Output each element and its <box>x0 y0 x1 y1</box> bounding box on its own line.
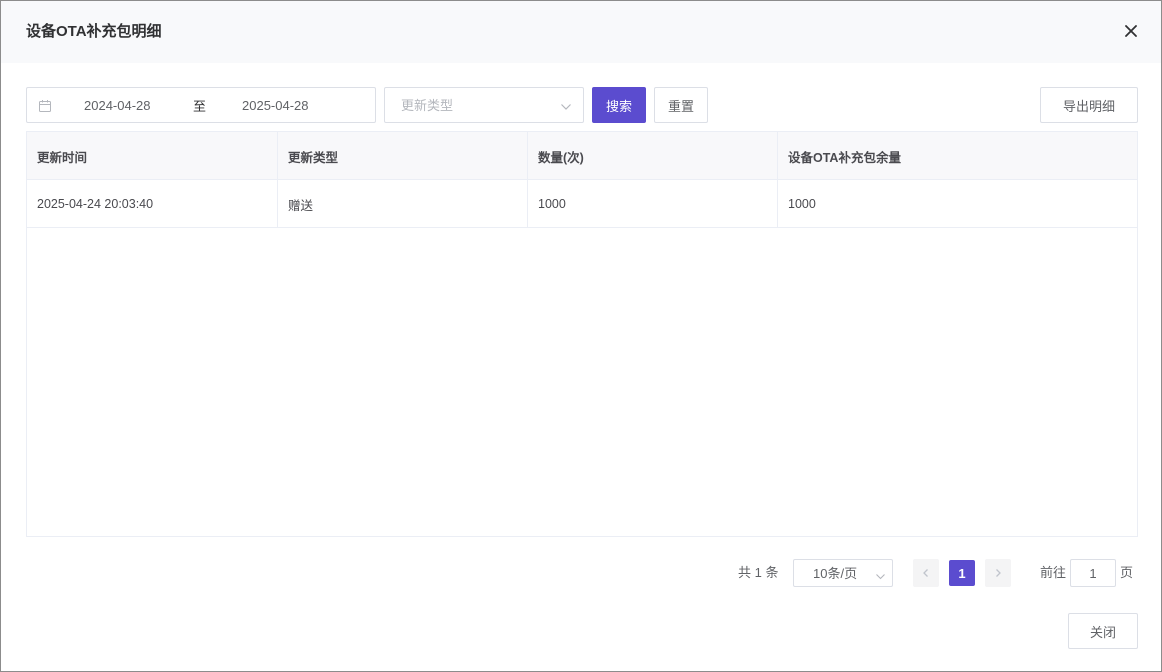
goto-label: 前往 <box>1040 565 1067 580</box>
export-detail-button[interactable]: 导出明细 <box>1040 87 1138 123</box>
close-button[interactable]: 关闭 <box>1068 613 1138 649</box>
page-size-value: 10条/页 <box>813 566 858 581</box>
cell-update-time: 2025-04-24 20:03:40 <box>27 180 278 228</box>
total-count: 共 1 条 <box>738 565 779 580</box>
table-row: 2025-04-24 20:03:40 赠送 1000 1000 <box>27 180 1137 228</box>
dialog-header: 设备OTA补充包明细 <box>1 1 1161 63</box>
calendar-icon <box>38 99 52 113</box>
detail-table: 更新时间 更新类型 数量(次) 设备OTA补充包余量 2025-04-24 20… <box>26 131 1138 537</box>
column-header-update-type: 更新类型 <box>278 132 528 180</box>
cell-update-type: 赠送 <box>278 180 528 228</box>
dialog-title: 设备OTA补充包明细 <box>26 23 162 40</box>
chevron-down-icon <box>560 100 572 112</box>
reset-button[interactable]: 重置 <box>654 87 708 123</box>
chevron-down-icon <box>875 569 886 580</box>
close-icon[interactable] <box>1119 19 1143 43</box>
column-header-remaining: 设备OTA补充包余量 <box>788 150 901 165</box>
search-button[interactable]: 搜索 <box>592 87 646 123</box>
update-type-placeholder: 更新类型 <box>401 98 454 113</box>
date-range-picker[interactable]: 2024-04-28 至 2025-04-28 <box>26 87 376 123</box>
cell-quantity: 1000 <box>528 180 778 228</box>
chevron-left-icon <box>923 569 928 577</box>
next-page-button[interactable] <box>985 559 1011 587</box>
column-header-update-time: 更新时间 <box>27 132 278 180</box>
ota-detail-dialog: 设备OTA补充包明细 2024-04-28 至 2025-04-28 更新类型 <box>0 0 1162 672</box>
prev-page-button[interactable] <box>913 559 939 587</box>
end-date-input[interactable]: 2025-04-28 <box>242 98 309 114</box>
goto-page-input[interactable] <box>1070 559 1116 587</box>
chevron-right-icon <box>996 569 1001 577</box>
update-type-select[interactable]: 更新类型 <box>384 87 584 123</box>
date-range-separator: 至 <box>193 99 207 114</box>
start-date-input[interactable]: 2024-04-28 <box>84 98 151 114</box>
goto-unit: 页 <box>1120 565 1134 580</box>
page-size-select[interactable]: 10条/页 <box>793 559 893 587</box>
pagination: 共 1 条 10条/页 1 前往 页 <box>1 558 1162 588</box>
cell-remaining: 1000 <box>788 197 816 211</box>
table-header: 更新时间 更新类型 数量(次) 设备OTA补充包余量 <box>27 132 1137 180</box>
column-header-quantity: 数量(次) <box>528 132 778 180</box>
page-number-current[interactable]: 1 <box>949 560 975 586</box>
